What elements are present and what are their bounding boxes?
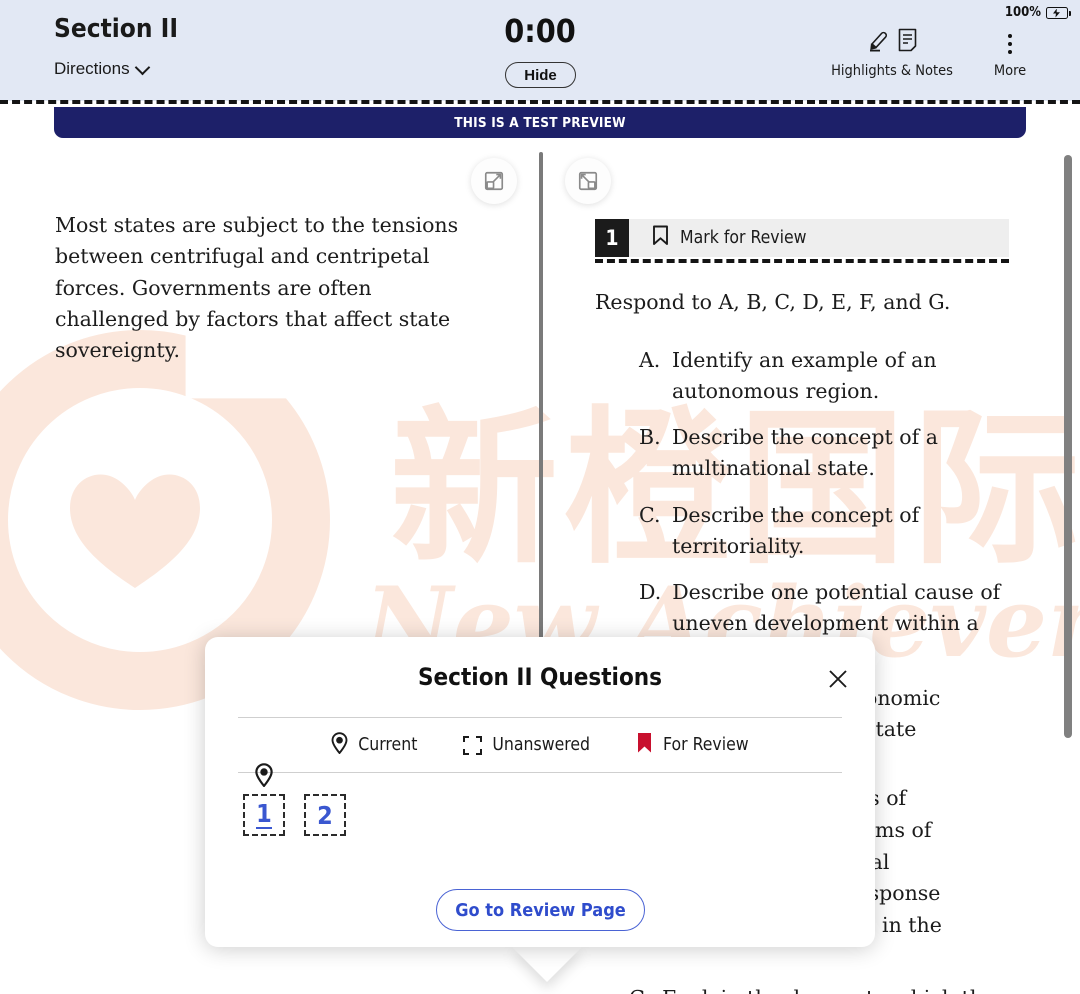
part-text-fragment: onomic — [865, 686, 941, 710]
vertical-scrollbar[interactable] — [1063, 138, 1073, 994]
app-header: Section II Directions 0:00 Hide 100% Hig… — [0, 0, 1080, 101]
list-item: G. Explain the degree to which the — [629, 983, 1029, 994]
battery-status: 100% — [1004, 5, 1071, 20]
question-nav-button-1[interactable]: 1 — [243, 794, 285, 836]
chevron-down-icon — [137, 61, 149, 73]
battery-charging-icon — [1046, 6, 1071, 19]
part-label: G. — [629, 983, 651, 994]
question-header: 1 Mark for Review — [595, 219, 1009, 257]
modal-pointer-tail — [511, 946, 583, 982]
list-item: D. Describe one potential cause of uneve… — [639, 577, 1005, 639]
legend-item-unanswered: Unanswered — [463, 735, 590, 755]
location-pin-icon — [331, 731, 348, 759]
directions-label: Directions — [54, 59, 130, 78]
part-label: B. — [639, 425, 661, 450]
question-prompt: Respond to A, B, C, D, E, F, and G. — [595, 290, 951, 314]
more-menu-button[interactable]: More — [975, 30, 1045, 79]
mark-for-review-label: Mark for Review — [680, 228, 807, 248]
occluded-text-block-1: onomic state — [865, 683, 1010, 745]
expand-left-panel-icon[interactable] — [471, 158, 517, 204]
bookmark-filled-icon — [636, 732, 653, 759]
legend-label-for-review: For Review — [663, 735, 749, 755]
part-label: A. — [639, 347, 661, 372]
part-label: C. — [639, 502, 661, 527]
section-questions-modal: Section II Questions Current Unanswered … — [205, 637, 875, 982]
part-text-fragment: state — [865, 716, 917, 741]
question-number-badge: 1 — [595, 219, 629, 257]
part-text: Describe one potential cause of uneven d… — [672, 580, 1001, 635]
scrollbar-thumb[interactable] — [1064, 155, 1072, 738]
question-panel: 1 Mark for Review Respond to A, B, C, D,… — [595, 138, 1011, 994]
modal-legend: Current Unanswered For Review — [238, 717, 842, 773]
close-icon[interactable] — [823, 664, 853, 694]
legend-item-for-review: For Review — [636, 732, 749, 759]
passage-text: Most states are subject to the tensions … — [55, 213, 459, 363]
highlights-notes-button[interactable]: Highlights & Notes — [821, 28, 963, 79]
test-preview-banner: THIS IS A TEST PREVIEW — [54, 107, 1026, 138]
bookmark-outline-icon — [652, 225, 669, 251]
legend-label-unanswered: Unanswered — [492, 735, 591, 755]
part-text: Describe the concept of a multinational … — [672, 425, 938, 480]
question-navigator: 1 2 — [243, 763, 346, 836]
highlighter-pen-icon — [868, 28, 890, 57]
part-text: Identify an example of an autonomous reg… — [672, 347, 937, 403]
question-nav-cell: 1 — [243, 763, 285, 836]
highlights-notes-label: Highlights & Notes — [831, 63, 953, 79]
battery-percent-label: 100% — [1004, 5, 1041, 20]
list-item: B. Describe the concept of a multination… — [639, 422, 1005, 484]
directions-dropdown[interactable]: Directions — [54, 59, 149, 79]
legend-label-current: Current — [358, 735, 418, 755]
more-label: More — [993, 63, 1027, 79]
kebab-menu-icon — [975, 30, 1045, 57]
list-item: A. Identify an example of an autonomous … — [639, 345, 1005, 407]
part-text: Explain the degree to which the — [662, 983, 1029, 994]
part-label: D. — [639, 580, 662, 605]
dashed-square-icon — [463, 735, 483, 755]
modal-title: Section II Questions — [417, 663, 663, 691]
question-parts-list: A. Identify an example of an autonomous … — [595, 345, 1005, 639]
header-dashed-separator — [0, 100, 1080, 104]
mark-for-review-button[interactable]: Mark for Review — [652, 225, 807, 251]
test-preview-app: 新橙国际 New Achievements Most states are su… — [0, 0, 1080, 994]
location-pin-icon — [255, 763, 274, 792]
part-text: Describe the concept of territoriality. — [672, 502, 920, 558]
question-nav-button-2[interactable]: 2 — [304, 794, 346, 836]
note-page-icon — [898, 28, 917, 57]
go-to-review-page-button[interactable]: Go to Review Page — [436, 889, 645, 931]
question-nav-label: 2 — [317, 800, 333, 830]
list-item: C. Describe the concept of territorialit… — [639, 500, 1005, 562]
question-nav-cell: 2 — [304, 794, 346, 836]
legend-item-current: Current — [331, 731, 418, 759]
hide-timer-button[interactable]: Hide — [505, 62, 576, 88]
question-header-dashed-divider — [595, 259, 1009, 263]
question-nav-label: 1 — [256, 798, 272, 830]
